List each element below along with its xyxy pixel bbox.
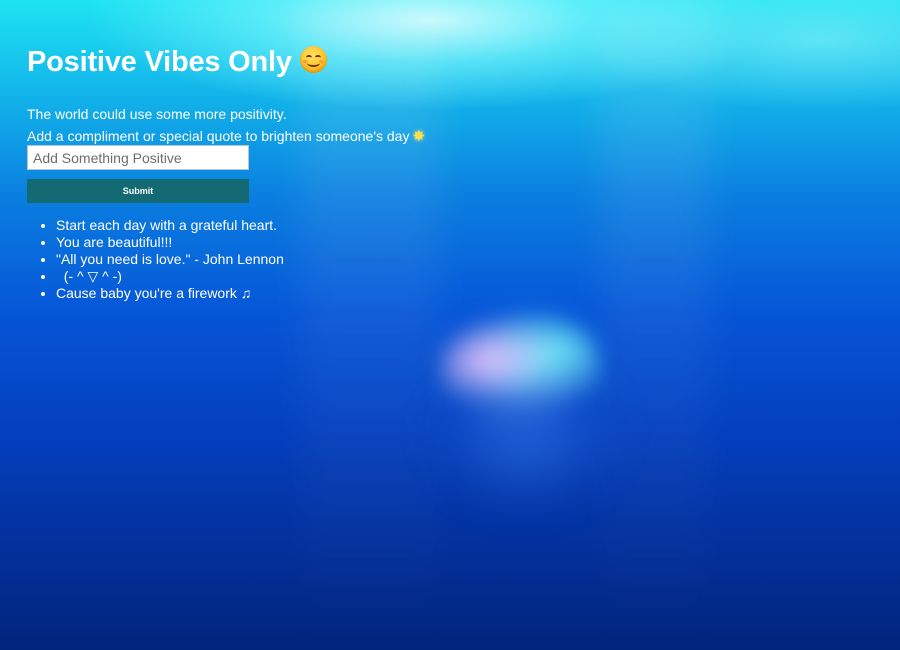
list-item: (- ^ ▽ ^ -)	[56, 268, 284, 285]
smiling-face-icon	[299, 46, 327, 73]
list-item: You are beautiful!!!	[56, 234, 284, 251]
page-title-text: Positive Vibes Only	[27, 46, 292, 78]
intro-text: The world could use some more positivity…	[27, 103, 425, 148]
background-light-ray	[600, 0, 710, 650]
background-light-ray	[300, 0, 440, 650]
glowing-star-icon: ✸	[412, 128, 426, 145]
background-jellyfish	[434, 303, 606, 431]
positive-message-input[interactable]	[27, 145, 249, 170]
list-item: "All you need is love." - John Lennon	[56, 251, 284, 268]
submit-button[interactable]: Submit	[27, 179, 249, 203]
page-title: Positive Vibes Only	[27, 46, 327, 79]
list-item: Start each day with a grateful heart.	[56, 217, 284, 234]
positive-messages-list: Start each day with a grateful heart. Yo…	[27, 217, 284, 302]
intro-line-1: The world could use some more positivity…	[27, 106, 287, 122]
list-item: Cause baby you're a firework ♫	[56, 285, 284, 302]
intro-line-2-text: Add a compliment or special quote to bri…	[27, 128, 410, 144]
